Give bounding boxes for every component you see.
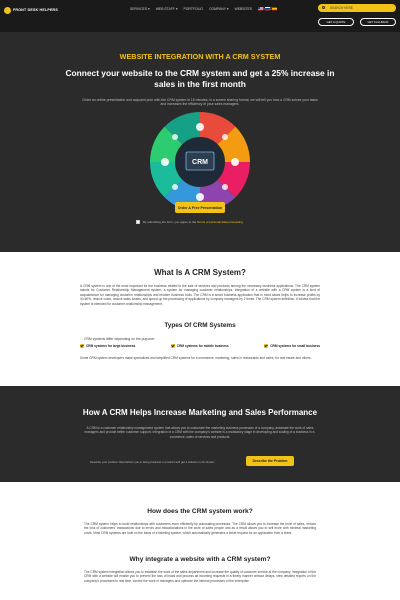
consent-link[interactable]: Terms of personal data processing <box>197 220 243 224</box>
get-callback-button[interactable]: GET CALLBACK <box>360 18 396 26</box>
crm-type-label: CRM systems for large business <box>86 344 136 348</box>
crm-type-item: CRM systems for small business <box>264 344 320 348</box>
hero-section: WEBSITE INTEGRATION WITH A CRM SYSTEM Co… <box>0 32 400 252</box>
crm-types-title: Types Of CRM Systems <box>164 322 236 329</box>
check-icon <box>80 344 84 348</box>
nav-item-services[interactable]: SERVICES ▾ <box>130 7 150 11</box>
crm-types-list: CRM systems for large business CRM syste… <box>80 344 320 348</box>
nav-item-company[interactable]: COMPANY ▾ <box>209 7 228 11</box>
consent-text: By submitting the form, you agree to the… <box>143 220 243 224</box>
consent-prefix: By submitting the form, you agree to the <box>143 220 197 224</box>
crm-types-intro: CRM systems differ depending on the purp… <box>84 337 155 341</box>
hero-title: Connect your website to the CRM system a… <box>65 68 335 89</box>
flag-ru-icon[interactable] <box>265 7 270 11</box>
crm-type-label: CRM systems for small business <box>270 344 320 348</box>
crm-type-item: CRM systems for large business <box>80 344 135 348</box>
hero-description: Order an online presentation and acquain… <box>82 98 318 107</box>
nav-item-websites[interactable]: WEBSITES <box>235 7 253 11</box>
search-bar[interactable]: SEARCH HERE <box>318 4 396 12</box>
crm-center-label: CRM <box>192 159 208 166</box>
nav-item-web-staff[interactable]: WEB STAFF ▾ <box>156 7 178 11</box>
marketing-title: How A CRM Helps Increase Marketing and S… <box>82 408 318 417</box>
why-integrate-text: The CRM system integration allows you to… <box>84 570 316 583</box>
marketing-note: Describe your problem that bothers you i… <box>90 460 215 464</box>
crm-type-label: CRM systems for middle business <box>176 344 229 348</box>
what-is-crm-text: A CRM system is one of the most importan… <box>80 284 320 306</box>
how-crm-works-title: How does the CRM system work? <box>147 508 253 515</box>
marketing-section: How A CRM Helps Increase Marketing and S… <box>0 386 400 482</box>
logo[interactable]: FRONT DESK HELPERS <box>4 5 60 15</box>
why-integrate-title: Why integrate a website with a CRM syste… <box>129 556 271 563</box>
flag-es-icon[interactable] <box>272 7 277 11</box>
crm-type-item: CRM systems for middle business <box>170 344 229 348</box>
crm-wheel-illustration: CRM <box>149 111 251 213</box>
check-icon <box>264 344 269 348</box>
order-presentation-button[interactable]: Order A Free Presentation <box>175 202 225 213</box>
nav-item-portfolio[interactable]: PORTFOLIO <box>184 7 204 11</box>
what-is-crm-title: What Is A CRM System? <box>154 268 246 277</box>
logo-text: FRONT DESK HELPERS <box>13 8 58 12</box>
main-nav: SERVICES ▾ WEB STAFF ▾ PORTFOLIO COMPANY… <box>130 7 276 11</box>
consent-row: By submitting the form, you agree to the… <box>136 220 243 224</box>
marketing-text: A CRM is a customer relationship managem… <box>84 426 316 439</box>
check-icon <box>170 344 175 348</box>
crm-types-note: Some CRM system developers make speciali… <box>80 356 312 360</box>
search-icon <box>322 6 325 9</box>
how-crm-works-text: The CRM system helps to build relationsh… <box>84 522 316 535</box>
logo-mark-icon <box>4 6 11 14</box>
flag-us-icon[interactable] <box>258 7 263 11</box>
site-header: FRONT DESK HELPERS SERVICES ▾ WEB STAFF … <box>0 0 400 32</box>
language-switcher <box>258 7 277 11</box>
hero-kicker: WEBSITE INTEGRATION WITH A CRM SYSTEM <box>119 52 281 61</box>
consent-checkbox[interactable] <box>136 220 140 224</box>
describe-problem-button[interactable]: Describe the Problem <box>246 456 294 466</box>
get-quote-button[interactable]: GET A QUOTE <box>318 18 354 26</box>
search-placeholder: SEARCH HERE <box>330 5 354 10</box>
